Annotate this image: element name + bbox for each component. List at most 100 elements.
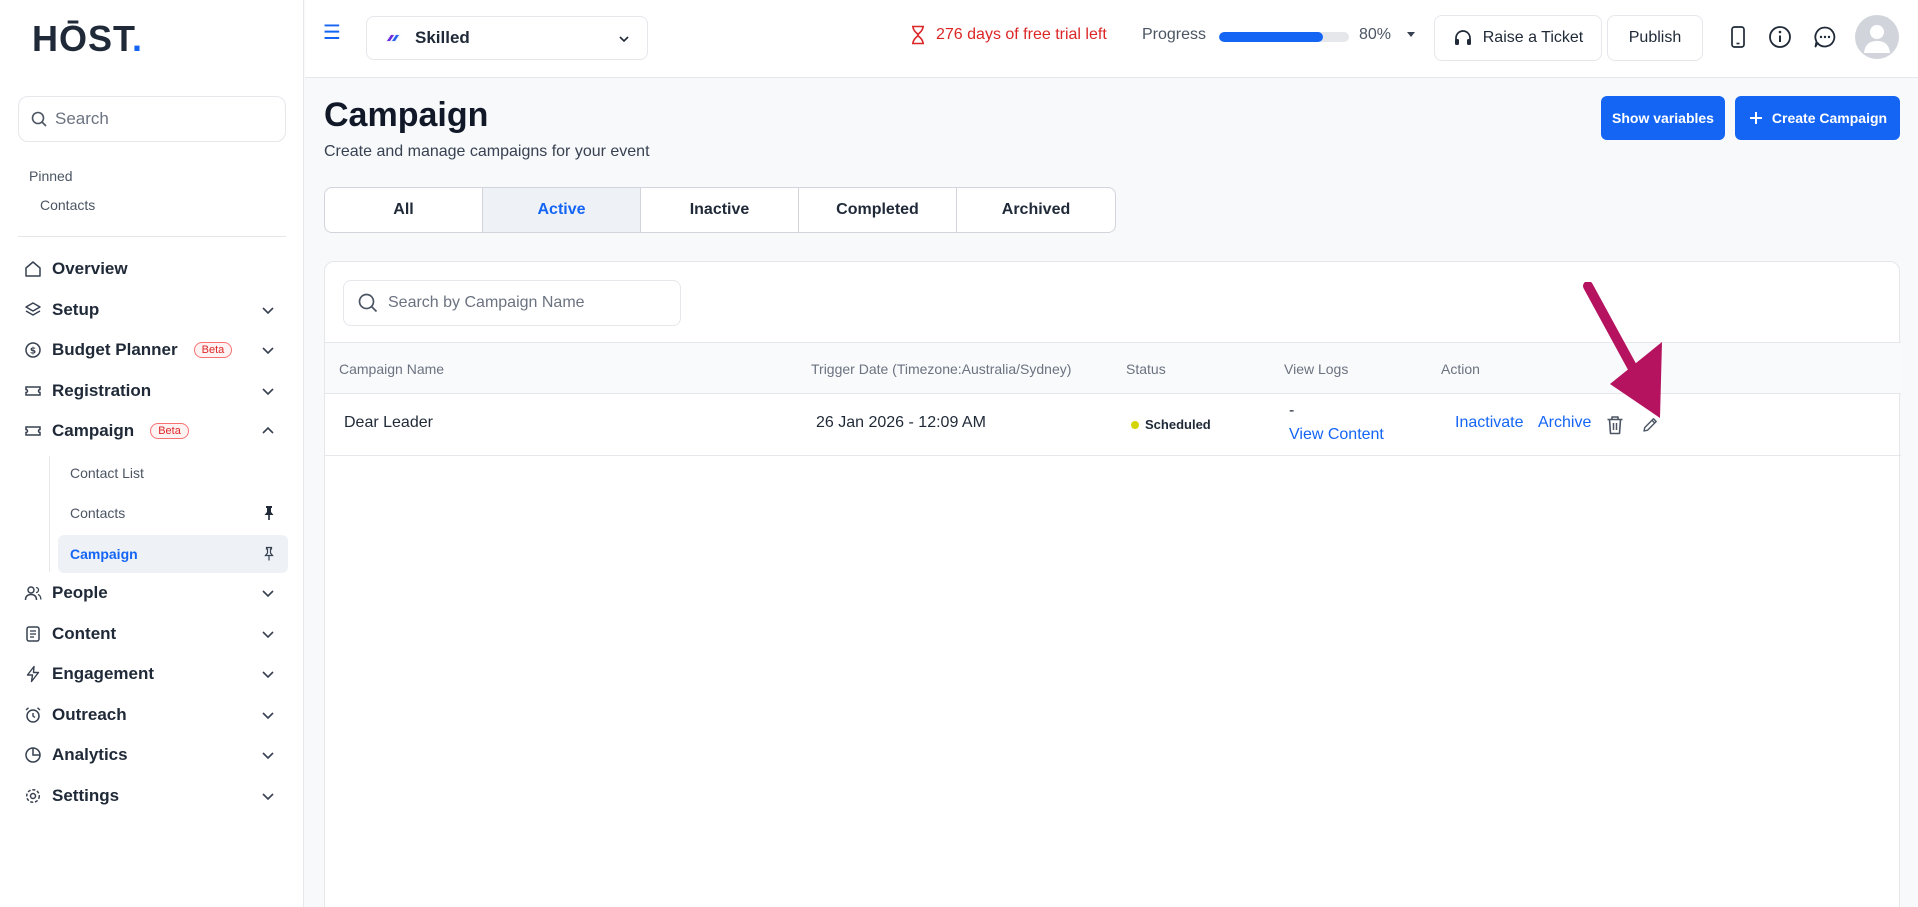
view-content-link[interactable]: View Content [1289,426,1384,444]
sidebar-subitem-label: Contact List [70,465,144,481]
topbar: ☰ Skilled 276 days of free trial left Pr… [305,0,1918,78]
sidebar-item-campaign[interactable]: Campaign Beta [18,413,286,449]
pin-outline-icon[interactable] [262,546,276,562]
trash-icon[interactable] [1604,414,1626,436]
show-variables-button[interactable]: Show variables [1601,96,1725,140]
trigger-date: 26 Jan 2026 - 12:09 AM [816,414,986,431]
sidebar-subitem-label: Contacts [70,505,126,521]
view-logs-dash: - [1289,402,1295,419]
status-text: Scheduled [1145,417,1211,432]
sidebar-item-label: Content [52,624,117,643]
sidebar-item-label: Analytics [52,745,128,764]
chevron-up-icon [262,426,274,434]
campaign-search-input[interactable] [388,294,668,312]
sidebar: HŌST. Pinned Contacts Overview Setup $ B… [0,0,304,907]
headset-icon [1454,30,1471,45]
layers-icon [24,301,42,319]
chat-icon[interactable] [1812,24,1838,50]
home-icon [24,260,42,278]
sidebar-item-label: People [52,583,108,602]
sidebar-divider [18,236,286,237]
archive-link[interactable]: Archive [1538,414,1591,432]
sidebar-item-content[interactable]: Content [18,616,286,652]
gear-icon [24,787,42,805]
publish-button[interactable]: Publish [1607,15,1703,61]
caret-down-icon[interactable] [1405,28,1417,40]
tab-archived[interactable]: Archived [957,188,1115,232]
chevron-down-icon [619,36,629,43]
column-header-view-logs: View Logs [1284,361,1349,377]
sidebar-subitem-campaign[interactable]: Campaign [58,535,288,573]
lightning-icon [24,665,42,683]
column-header-campaign-name: Campaign Name [339,361,445,377]
event-selector[interactable]: Skilled [366,16,648,60]
campaign-table-card: Campaign Name Trigger Date (Timezone:Aus… [324,261,1901,907]
raise-ticket-label: Raise a Ticket [1482,29,1584,46]
sidebar-item-budget-planner[interactable]: $ Budget Planner Beta [18,332,286,368]
chevron-down-icon [262,347,274,355]
sidebar-item-engagement[interactable]: Engagement [18,656,286,692]
sidebar-item-label: Overview [52,259,128,278]
user-icon [1864,25,1890,53]
tab-active[interactable]: Active [483,188,641,232]
create-campaign-label: Create Campaign [1771,110,1888,126]
sidebar-search-input[interactable] [55,109,275,129]
campaign-name: Dear Leader [344,414,433,431]
sidebar-subitem-contacts[interactable]: Contacts [58,494,288,532]
chevron-down-icon [262,590,274,598]
sidebar-item-label: Outreach [52,705,127,724]
beta-badge: Beta [193,342,233,358]
sidebar-item-registration[interactable]: Registration [18,373,286,409]
trial-notice: 276 days of free trial left [910,25,1107,45]
chevron-down-icon [262,631,274,639]
create-campaign-button[interactable]: Create Campaign [1735,96,1900,140]
users-icon [24,584,42,602]
table-header: Campaign Name Trigger Date (Timezone:Aus… [325,342,1901,394]
tab-inactive[interactable]: Inactive [641,188,799,232]
sidebar-item-label: Budget Planner [52,340,178,359]
edit-pencil-icon[interactable] [1639,414,1661,436]
sidebar-subitem-label: Campaign [70,546,138,562]
chevron-down-icon [262,388,274,396]
alarm-icon [24,706,42,724]
publish-label: Publish [1628,29,1682,46]
tab-all[interactable]: All [325,188,483,232]
campaign-search [343,280,681,326]
sidebar-item-overview[interactable]: Overview [18,251,286,287]
raise-ticket-button[interactable]: Raise a Ticket [1434,15,1602,61]
info-icon[interactable] [1767,24,1793,50]
ticket-icon [24,382,42,400]
inactivate-link[interactable]: Inactivate [1455,414,1523,432]
event-name: Skilled [415,28,470,47]
sidebar-item-analytics[interactable]: Analytics [18,737,286,773]
event-logo-icon [385,34,401,42]
sidebar-item-label: Campaign [52,421,135,440]
search-icon [31,111,47,127]
menu-toggle-icon[interactable]: ☰ [323,20,341,45]
sidebar-subitem-contact-list[interactable]: Contact List [58,454,288,492]
submenu-guide-line [49,456,50,572]
host-logo[interactable]: HŌST. [32,18,143,60]
sidebar-item-outreach[interactable]: Outreach [18,697,286,733]
tab-completed[interactable]: Completed [799,188,957,232]
sidebar-item-people[interactable]: People [18,575,286,611]
column-header-trigger-date: Trigger Date (Timezone:Australia/Sydney) [811,361,1072,377]
ticket-icon [24,422,42,440]
pin-filled-icon[interactable] [262,505,276,521]
sidebar-item-label: Engagement [52,664,155,683]
page-subtitle: Create and manage campaigns for your eve… [324,143,650,160]
document-icon [24,625,42,643]
progress-value: 80% [1359,26,1392,43]
progress-label: Progress [1142,26,1207,43]
mobile-preview-icon[interactable] [1725,24,1751,50]
sidebar-item-label: Registration [52,381,152,400]
search-icon [358,293,378,313]
chevron-down-icon [262,752,274,760]
page-title: Campaign [324,96,489,134]
chevron-down-icon [262,671,274,679]
user-avatar[interactable] [1855,15,1899,59]
sidebar-item-setup[interactable]: Setup [18,292,286,328]
pinned-item-contacts[interactable]: Contacts [40,197,95,213]
column-header-status: Status [1126,361,1166,377]
sidebar-item-settings[interactable]: Settings [18,778,286,814]
